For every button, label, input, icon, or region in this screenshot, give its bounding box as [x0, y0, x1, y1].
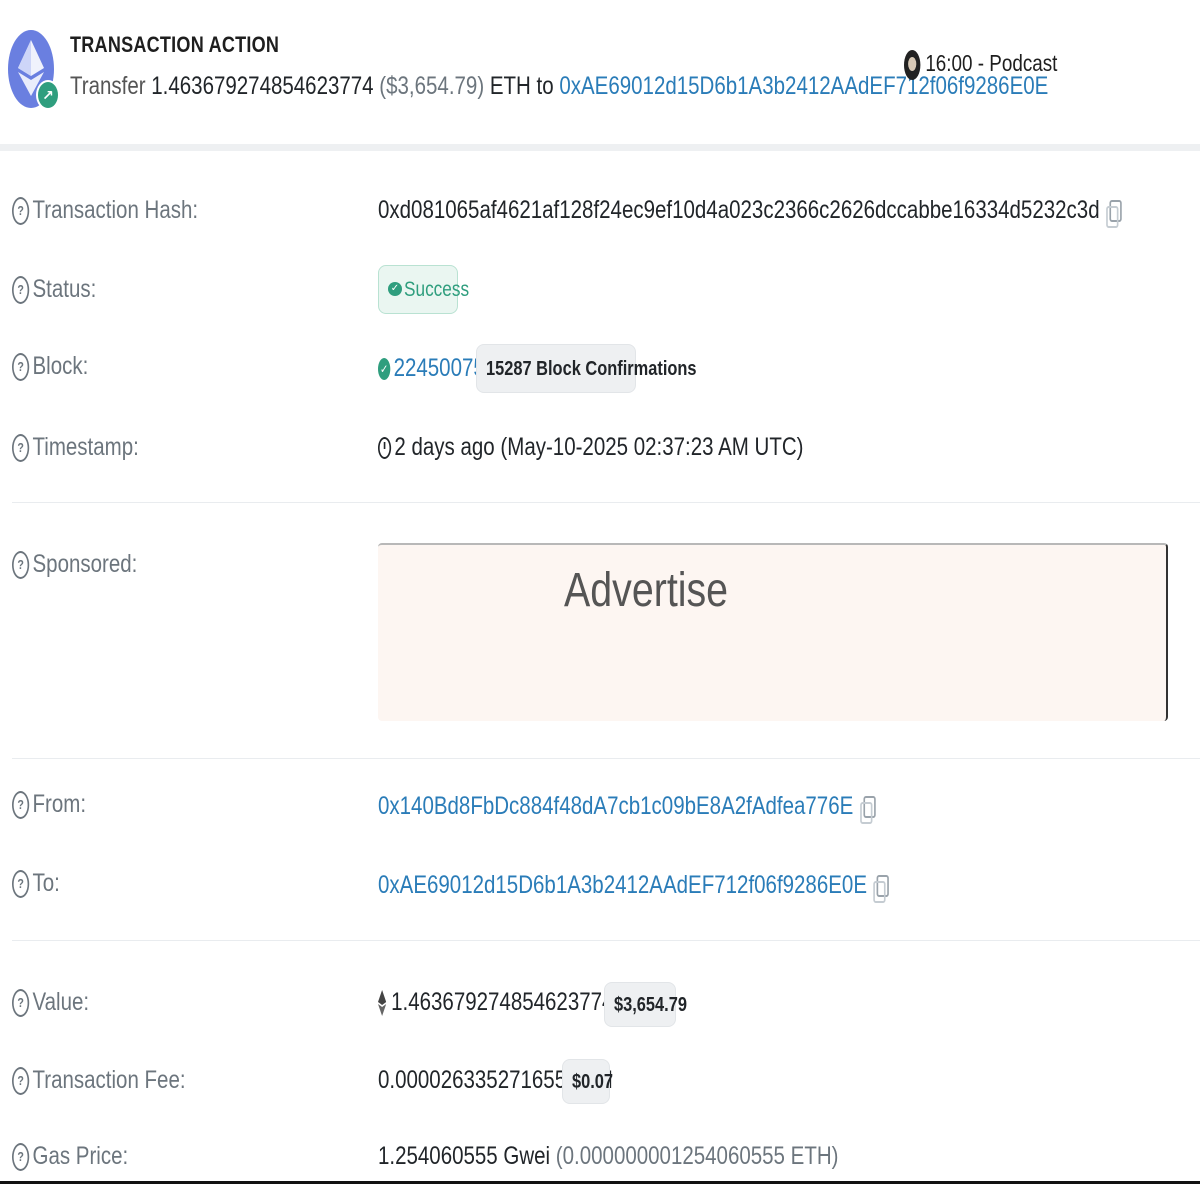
status-label: ? Status:: [12, 275, 115, 305]
value-label: ? Value:: [12, 988, 106, 1018]
success-check-icon: ✓: [378, 358, 391, 381]
help-icon[interactable]: ?: [12, 989, 30, 1018]
timestamp-absolute: (May-10-2025 02:37:23 AM UTC): [500, 433, 804, 461]
podcast-link[interactable]: 16:00 - Podcast: [904, 50, 1091, 80]
section-divider: [12, 502, 1200, 503]
block-confirmations-badge: 15287 Block Confirmations: [476, 344, 697, 393]
help-icon[interactable]: ?: [12, 353, 30, 382]
copy-icon[interactable]: [1106, 200, 1122, 229]
help-icon[interactable]: ?: [12, 197, 30, 226]
action-verb: Transfer: [70, 72, 146, 100]
tx-hash-value: 0xd081065af4621af128f24ec9ef10d4a023c236…: [378, 196, 1200, 229]
section-divider: [12, 940, 1200, 941]
block-number-link[interactable]: 22450075: [394, 354, 485, 382]
gas-price-eth: (0.000000001254060555 ETH): [555, 1142, 839, 1170]
from-label: ? From:: [12, 790, 102, 820]
help-icon[interactable]: ?: [12, 434, 30, 463]
advertise-text: Advertise: [564, 564, 729, 617]
transaction-action-header: ↗ TRANSACTION ACTION Transfer 1.46367927…: [0, 0, 1200, 144]
action-usd: ($3,654.79): [379, 72, 485, 100]
fee-usd-badge: $0.07: [562, 1059, 613, 1104]
transaction-action-label: TRANSACTION ACTION: [70, 32, 280, 57]
help-icon[interactable]: ?: [12, 551, 30, 580]
gas-price-value: 1.254060555 Gwei (0.000000001254060555 E…: [378, 1142, 940, 1171]
value-usd-badge: $3,654.79: [604, 982, 687, 1027]
gas-price-gwei: 1.254060555 Gwei: [378, 1142, 551, 1170]
tx-hash-text: 0xd081065af4621af128f24ec9ef10d4a023c236…: [378, 196, 1100, 224]
to-value: 0xAE69012d15D6b1A3b2412AAdEF712f06f9286E…: [378, 871, 1001, 904]
timestamp-value: 2 days ago (May-10-2025 02:37:23 AM UTC): [378, 433, 897, 462]
copy-icon[interactable]: [859, 796, 876, 825]
header-divider: [0, 144, 1200, 151]
sponsored-label: ? Sponsored:: [12, 550, 165, 580]
help-icon[interactable]: ?: [12, 791, 30, 820]
advertise-banner[interactable]: Advertise: [378, 543, 1168, 721]
status-badge: ✓ Success: [378, 265, 469, 314]
clock-icon: [378, 437, 392, 460]
podcast-avatar-icon: [904, 50, 921, 80]
to-label: ? To:: [12, 869, 70, 899]
to-address-link[interactable]: 0xAE69012d15D6b1A3b2412AAdEF712f06f9286E…: [378, 871, 867, 899]
timestamp-label: ? Timestamp:: [12, 433, 167, 463]
from-value: 0x140Bd8FbDc884f48dA7cb1c09bE8A2fAdfea77…: [378, 792, 985, 825]
section-divider: [12, 758, 1200, 759]
timestamp-relative: 2 days ago: [394, 433, 495, 461]
from-address-link[interactable]: 0x140Bd8FbDc884f48dA7cb1c09bE8A2fAdfea77…: [378, 792, 853, 820]
help-icon[interactable]: ?: [12, 870, 30, 899]
help-icon[interactable]: ?: [12, 276, 30, 305]
transfer-arrow-icon: ↗: [36, 80, 60, 110]
block-label: ? Block:: [12, 352, 105, 382]
help-icon[interactable]: ?: [12, 1143, 30, 1172]
tx-hash-label: ? Transaction Hash:: [12, 196, 239, 226]
podcast-label: 16:00 - Podcast: [925, 50, 1058, 77]
action-amount: 1.463679274854623774: [151, 72, 374, 100]
copy-icon[interactable]: [873, 875, 890, 904]
success-check-icon: ✓: [388, 282, 402, 296]
action-unit: ETH to: [489, 72, 554, 100]
fee-label: ? Transaction Fee:: [12, 1066, 224, 1096]
help-icon[interactable]: ?: [12, 1067, 30, 1096]
gas-price-label: ? Gas Price:: [12, 1142, 154, 1172]
eth-diamond-icon: [378, 990, 387, 1017]
